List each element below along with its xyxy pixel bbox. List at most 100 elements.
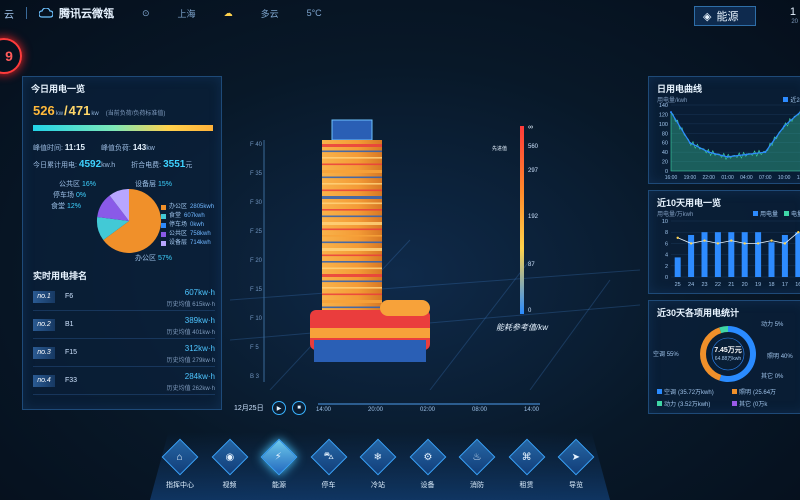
legend-value: 714kwh (190, 240, 211, 246)
rank-value: 389kw·h (184, 316, 215, 325)
nav-cube-icon: ◉ (211, 438, 248, 476)
floor-grid (229, 239, 641, 391)
pie-label-pct: 57% (157, 255, 172, 262)
rank-row[interactable]: no.3 F15 312kw·h 历史均值 279kw·h (33, 343, 215, 367)
scale-tick-label: 297 (528, 168, 539, 174)
legend-name: 动力 (664, 402, 677, 408)
label-other: 其它 0% (761, 371, 783, 380)
pie-label-pct: 15% (157, 181, 172, 188)
building-scene: F 40 F 35 F 30 F 25 F 20 F 15 F 10 F 5 B 3 ∞ 560… (229, 119, 641, 391)
timeline-tick: 14:00 (316, 407, 332, 413)
x-tick-label: 22:00 (702, 175, 715, 181)
series-area (670, 110, 800, 172)
load-progress-bar (33, 125, 213, 131)
item-pct: 5% (774, 322, 784, 328)
x-tick-label: 22 (715, 282, 721, 288)
data-point (764, 151, 767, 154)
nav-item[interactable]: ⛍ 停车 (307, 438, 351, 496)
nav-label: 能源 (272, 482, 286, 489)
rank-value: 312kw·h (184, 344, 215, 353)
top-bar: 云 腾讯云微瓴 ⊙ 上海 ☁ 多云 5°C ◈ 能源 1 20 (0, 0, 800, 26)
x-tick-label: 20 (742, 282, 748, 288)
floor-stripe (322, 163, 382, 166)
rank-number: no.1 (33, 291, 55, 303)
temperature-text: 5°C (306, 8, 322, 18)
nav-item[interactable]: ⌘ 租赁 (505, 438, 549, 496)
nav-item[interactable]: ♨ 消防 (455, 438, 499, 496)
y-tick-label: 6 (665, 241, 668, 247)
nav-label: 设备 (420, 482, 435, 489)
nav-item[interactable]: ➤ 导览 (554, 438, 598, 496)
x-tick-label: 18 (768, 282, 774, 288)
nav-item[interactable]: ⌂ 指挥中心 (158, 438, 202, 496)
floor-stripe (322, 228, 382, 231)
nav-item[interactable]: ❄ 冷站 (356, 438, 400, 496)
rank-floor: B1 (65, 321, 74, 328)
play-button[interactable]: ▶ (272, 401, 286, 415)
alert-count: 9 (5, 48, 13, 64)
legend-name: 照明 (739, 390, 752, 396)
floor-stripe (322, 183, 382, 185)
section-selector[interactable]: ◈ 能源 (694, 6, 756, 26)
x-tick-label: 24 (688, 282, 694, 288)
rank-row[interactable]: no.4 F33 284kw·h 历史均值 262kw·h (33, 371, 215, 395)
total-stats: 今日累计用电: 4592kw.h 折合电费: 3551元 (33, 159, 192, 170)
pie-label-name: 停车场 (53, 192, 74, 199)
legend-swatch (161, 232, 166, 237)
nav-cube-icon: ⚙ (409, 438, 446, 476)
alert-badge[interactable]: 9 (0, 38, 22, 74)
today-total-stat: 今日累计用电: 4592kw.h (33, 159, 115, 170)
podium-band (310, 328, 430, 338)
y-tick-label: 4 (665, 253, 668, 259)
panel-title: 今日用电一览 (31, 84, 86, 94)
floor-stripe (322, 254, 382, 257)
nav-item[interactable]: ⚙ 设备 (406, 438, 450, 496)
y-tick-label: 20 (662, 160, 668, 166)
stop-button[interactable]: ■ (292, 401, 306, 415)
podium-base (314, 340, 426, 362)
scale-tick-label: 87 (528, 262, 535, 268)
y-tick-label: 80 (662, 131, 668, 137)
peak-load-value: 143 (132, 143, 147, 152)
nav-item[interactable]: ◉ 视频 (208, 438, 252, 496)
timeline-track[interactable] (318, 403, 540, 405)
rank-title: 实时用电排名 (33, 271, 88, 281)
category-legend-item: 照明 (25.64万 (732, 387, 800, 396)
bar (674, 257, 681, 277)
rank-row[interactable]: no.2 B1 389kw·h 历史均值 401kw·h (33, 315, 215, 339)
floor-label: F 10 (250, 316, 263, 322)
play-icon: ▶ (276, 405, 282, 412)
item-name: 照明 (767, 354, 780, 360)
nav-glyph: ♨ (472, 451, 482, 463)
legend-value: (3.52万kwh) (678, 402, 711, 408)
x-tick-label: 16 (795, 282, 800, 288)
data-point (730, 239, 733, 242)
category-legend-item: 其它 (0万k (732, 399, 800, 408)
timeline-tick: 08:00 (472, 407, 488, 413)
donut-center-value: 7.45万元 (714, 347, 742, 354)
data-point (707, 151, 710, 154)
legend-value: (35.72万kwh) (678, 390, 714, 396)
rank-row[interactable]: no.1 F6 607kw·h 历史均值 615kw·h (33, 287, 215, 311)
divider (26, 7, 27, 19)
peak-stats: 峰值时间: 11:15 峰值负荷: 143kw (33, 143, 155, 153)
building-model[interactable]: F 40 F 35 F 30 F 25 F 20 F 15 F 10 F 5 B 3 ∞ 560… (229, 100, 641, 391)
x-tick-label: 07:00 (759, 175, 772, 181)
x-tick-label: 01:00 (721, 175, 734, 181)
data-point (783, 125, 786, 128)
data-point (689, 242, 693, 245)
pie-label-name: 办公区 (135, 255, 156, 262)
data-point (716, 242, 720, 245)
pie-label-canteen: 食堂 12% (51, 201, 81, 211)
legend-row: 公共区 758kwh (161, 230, 214, 239)
floor-stripe (322, 157, 382, 159)
usage-legend: 办公区 2805kwh 食堂 607kwh 停车场 0kwh 公共区 758kwh 设备层 714… (161, 203, 214, 248)
legend-value: (0万k (753, 402, 768, 408)
y-tick-label: 2 (665, 264, 668, 270)
y-tick-label: 120 (659, 112, 668, 118)
nav-item[interactable]: ⚡ 能源 (257, 438, 301, 496)
x-tick-label: 04:00 (740, 175, 753, 181)
nav-glyph: ⛍ (323, 450, 334, 462)
donut-center-sub: 64.88万kwh (714, 356, 742, 362)
daily-line-chart: 14012010080604020016:00 19:00 22:00 01:00 04… (659, 103, 800, 181)
